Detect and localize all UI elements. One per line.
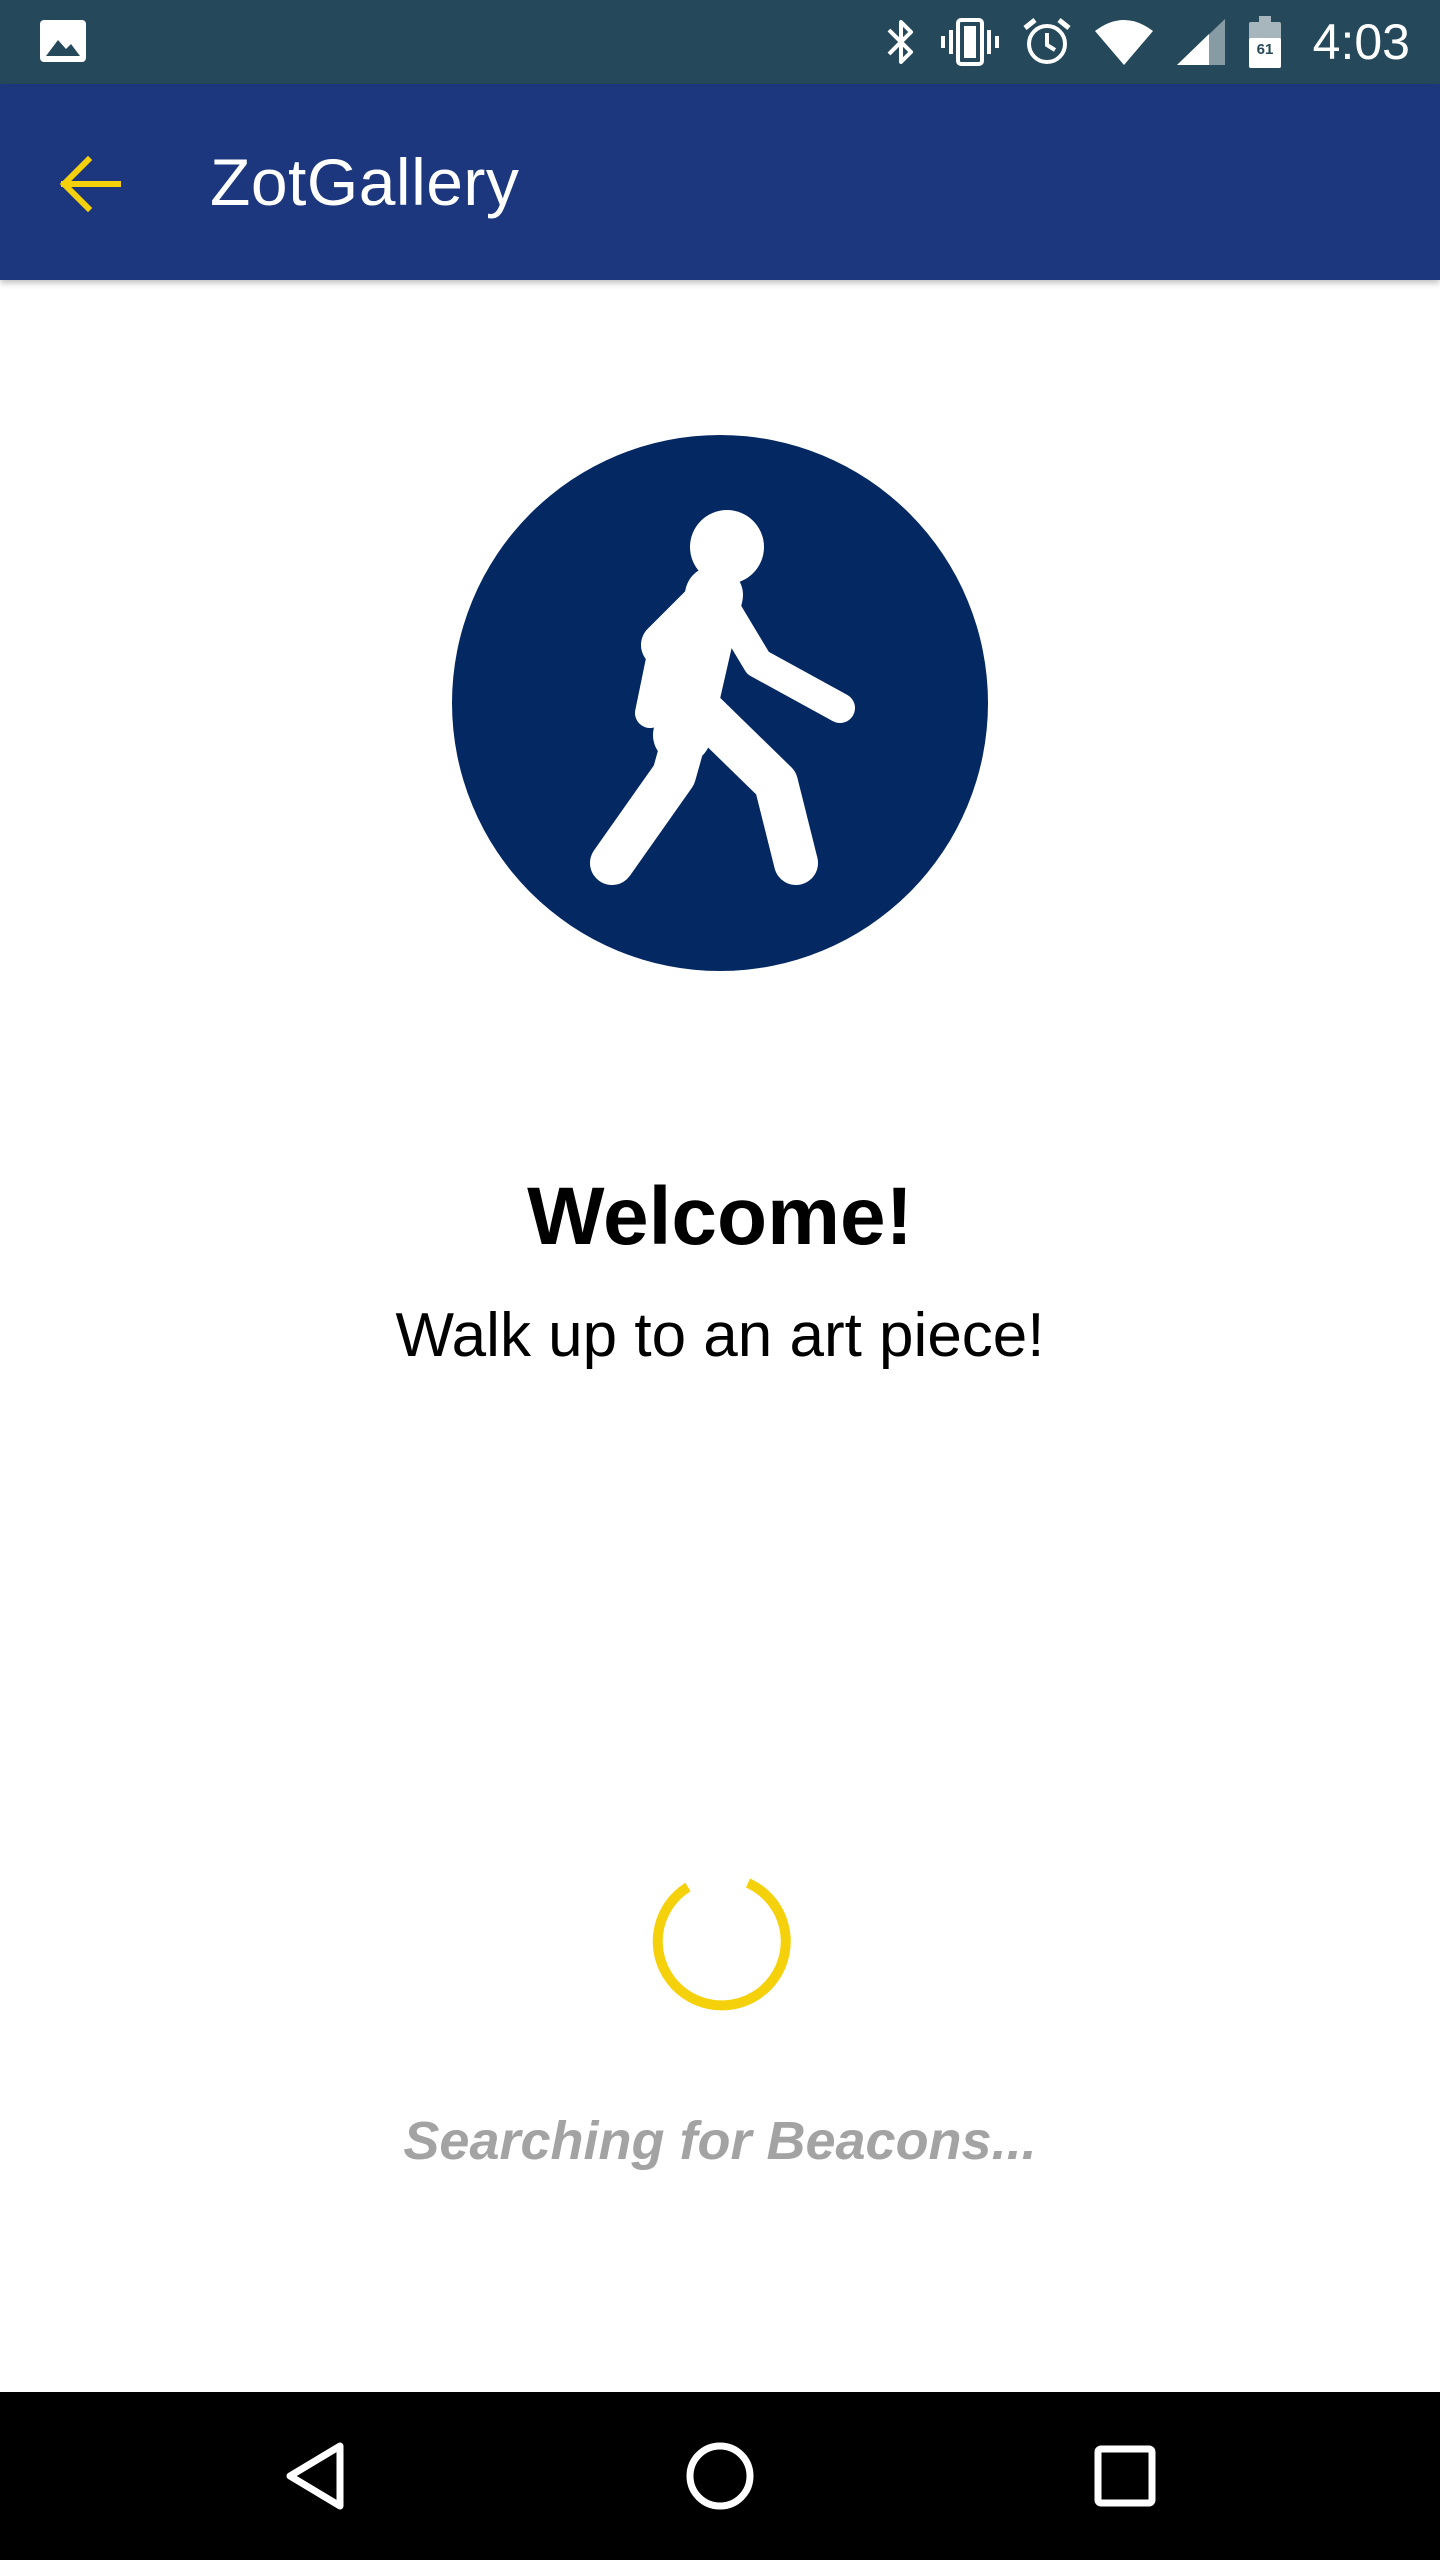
status-time: 4:03 — [1312, 14, 1410, 70]
back-button[interactable] — [40, 134, 140, 234]
recents-square-icon — [1094, 2445, 1156, 2507]
wifi-icon — [1094, 20, 1153, 65]
vibrate-icon — [940, 18, 999, 66]
app-bar: ZotGallery — [0, 84, 1440, 280]
alarm-icon — [1023, 18, 1071, 64]
pedestrian-walking-icon — [452, 435, 988, 971]
status-right: 61 4:03 — [883, 0, 1410, 84]
screen: 61 4:03 ZotGallery Welcome! Walk up to a — [0, 0, 1440, 2560]
nav-back-button[interactable] — [265, 2426, 365, 2526]
nav-home-button[interactable] — [670, 2426, 770, 2526]
cell-signal-icon — [1176, 19, 1225, 65]
home-circle-icon — [686, 2442, 754, 2510]
bluetooth-icon — [887, 20, 913, 64]
battery-icon: 61 — [1248, 16, 1281, 68]
welcome-subtitle: Walk up to an art piece! — [395, 1301, 1045, 1370]
welcome-title: Welcome! — [527, 1171, 913, 1262]
app-title: ZotGallery — [210, 145, 520, 219]
loading-spinner — [652, 1878, 791, 2011]
status-bar: 61 4:03 — [0, 0, 1440, 84]
image-icon — [40, 20, 86, 62]
status-left — [38, 18, 88, 69]
back-triangle-icon — [286, 2442, 344, 2510]
nav-recents-button[interactable] — [1075, 2426, 1175, 2526]
arrow-left-icon — [59, 156, 121, 212]
navigation-bar — [0, 2392, 1440, 2560]
searching-status-text: Searching for Beacons... — [403, 2111, 1037, 2171]
battery-level: 61 — [1256, 41, 1273, 58]
